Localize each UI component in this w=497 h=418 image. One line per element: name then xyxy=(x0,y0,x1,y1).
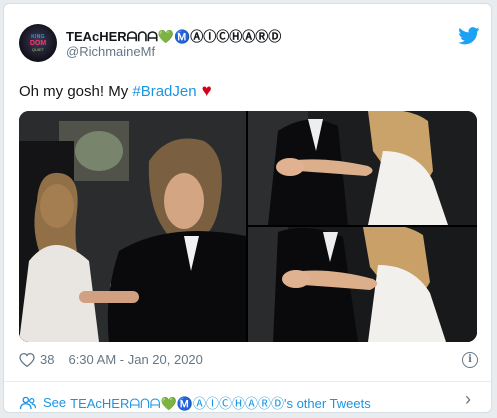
avatar-text-3: QUIET xyxy=(31,47,45,52)
divider xyxy=(4,381,491,382)
tweet-metadata: 38 6:30 AM - Jan 20, 2020 xyxy=(19,352,203,367)
photo-1[interactable] xyxy=(19,111,246,342)
avatar-text-2: DOM xyxy=(29,40,47,47)
tweet-timestamp[interactable]: 6:30 AM - Jan 20, 2020 xyxy=(68,352,202,367)
chevron-right-icon[interactable]: › xyxy=(465,389,471,410)
heart-outline-icon[interactable] xyxy=(19,352,35,367)
twitter-bird-icon[interactable] xyxy=(458,27,480,45)
user-handle[interactable]: @RichmaineMf xyxy=(66,44,155,59)
see-label: See xyxy=(43,395,67,410)
display-name[interactable]: TEAcHERᗩᑎᗩ💚Ⓜ️ⒶⒾⒸⒽⒶⓇⒹ xyxy=(66,26,281,45)
hashtag-link[interactable]: #BradJen xyxy=(132,83,196,100)
photo-3[interactable] xyxy=(248,227,477,342)
see-other-tweets-link[interactable]: See TEAcHERᗩᑎᗩ💚Ⓜ️ⒶⒾⒸⒽⒶⓇⒹ's other Tweets xyxy=(19,393,371,412)
other-tweets-text: TEAcHERᗩᑎᗩ💚Ⓜ️ⒶⒾⒸⒽⒶⓇⒹ's other Tweets xyxy=(70,396,371,411)
people-icon xyxy=(19,396,37,409)
like-count[interactable]: 38 xyxy=(40,352,54,367)
avatar[interactable]: KING DOM QUIET xyxy=(19,24,57,62)
info-icon[interactable]: i xyxy=(462,352,478,368)
tweet-text-body: Oh my gosh! My xyxy=(19,83,133,100)
tweet-text: Oh my gosh! My #BradJen ♥ xyxy=(19,81,212,101)
tweet-media-grid[interactable] xyxy=(19,111,477,342)
photo-2[interactable] xyxy=(248,111,477,225)
embedded-tweet-card[interactable]: KING DOM QUIET TEAcHERᗩᑎᗩ💚Ⓜ️ⒶⒾⒸⒽⒶⓇⒹ @Ric… xyxy=(3,3,492,413)
red-heart-emoji: ♥ xyxy=(201,81,212,100)
